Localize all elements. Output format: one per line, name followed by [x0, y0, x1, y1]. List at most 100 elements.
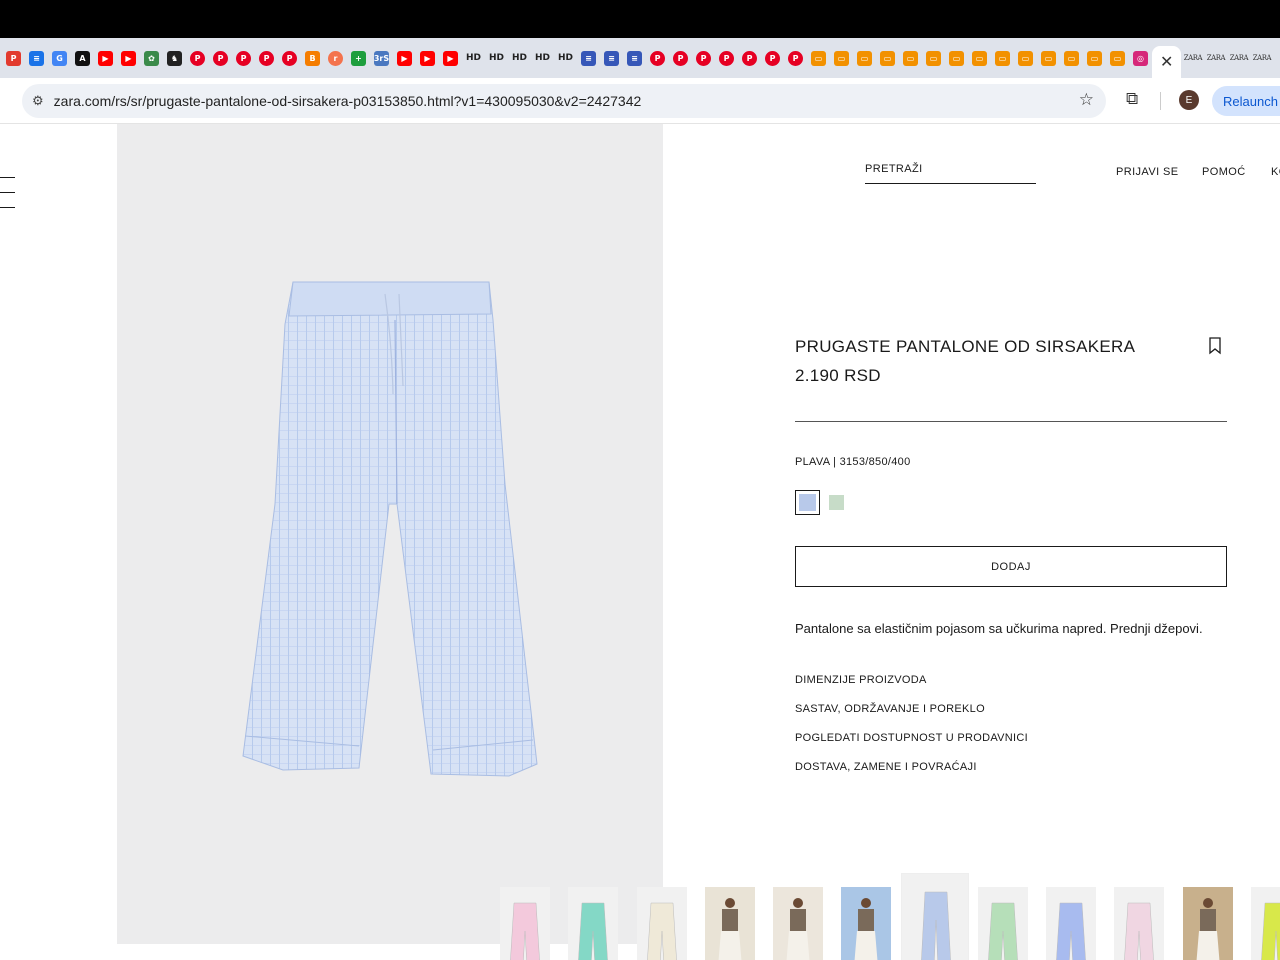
bookmark-icon[interactable] [1208, 337, 1222, 355]
title-divider [795, 421, 1227, 422]
browser-tab[interactable]: P [232, 48, 255, 68]
shipping-returns-link[interactable]: DOSTAVA, ZAMENE I POVRAĆAJI [795, 761, 977, 773]
thumbnail-item[interactable] [773, 887, 823, 960]
zara-tab[interactable]: ZARA [1181, 54, 1204, 62]
nav-login[interactable]: PRIJAVI SE [1116, 166, 1178, 178]
browser-tab[interactable]: ≡ [623, 48, 646, 68]
close-tab-icon[interactable]: ✕ [1160, 52, 1173, 72]
browser-tab[interactable]: ▭ [945, 48, 968, 68]
browser-tab[interactable]: ▭ [807, 48, 830, 68]
browser-tab[interactable]: P [761, 48, 784, 68]
browser-tab[interactable]: r [324, 48, 347, 68]
thumbnail-item[interactable] [1046, 887, 1096, 960]
browser-tab[interactable]: HD [485, 48, 508, 68]
browser-tab[interactable]: P [255, 48, 278, 68]
browser-tab[interactable]: HD [462, 48, 485, 68]
browser-tab[interactable]: ▭ [991, 48, 1014, 68]
thumbnail-image [705, 887, 755, 960]
browser-tab[interactable]: P [186, 48, 209, 68]
browser-tab[interactable]: B [301, 48, 324, 68]
browser-tab[interactable]: ▶ [393, 48, 416, 68]
browser-tab[interactable]: ◎ [1129, 48, 1152, 68]
browser-tab[interactable]: ▭ [1060, 48, 1083, 68]
browser-tab[interactable]: ▭ [876, 48, 899, 68]
thumbnail-item[interactable] [500, 887, 550, 960]
browser-tab[interactable]: P [715, 48, 738, 68]
browser-tab[interactable]: ≡ [577, 48, 600, 68]
color-swatch-green[interactable] [829, 495, 844, 510]
thumbnail-item[interactable] [901, 873, 969, 960]
extensions-icon[interactable]: ⧉ [1126, 89, 1138, 109]
browser-tab[interactable]: ✿ [140, 48, 163, 68]
thumbnail-item[interactable] [1251, 887, 1280, 960]
thumbnail-item[interactable] [1114, 887, 1164, 960]
thumbnail-item[interactable] [637, 887, 687, 960]
browser-tab[interactable]: HD [554, 48, 577, 68]
orange-app-icon: ▭ [1087, 50, 1102, 66]
orange-app-icon: ▭ [903, 50, 918, 66]
browser-tab[interactable]: P [278, 48, 301, 68]
zara-tab[interactable]: ZARA [1250, 54, 1273, 62]
zara-tab[interactable]: ZARA [1204, 54, 1227, 62]
browser-tab[interactable]: ▭ [922, 48, 945, 68]
zara-tab[interactable]: ZARA [1227, 54, 1250, 62]
browser-tab[interactable]: P [669, 48, 692, 68]
browser-tab[interactable]: P [209, 48, 232, 68]
thumbnail-item[interactable] [1183, 887, 1233, 960]
url-text[interactable]: zara.com/rs/sr/prugaste-pantalone-od-sir… [54, 93, 642, 109]
browser-tab[interactable]: ▭ [899, 48, 922, 68]
browser-tab[interactable]: ▭ [1083, 48, 1106, 68]
browser-tab[interactable]: ▭ [1106, 48, 1129, 68]
dimensions-link[interactable]: DIMENZIJE PROIZVODA [795, 674, 927, 686]
browser-tab[interactable]: + [347, 48, 370, 68]
thumbnail-item[interactable] [568, 887, 618, 960]
toolbar-separator [1160, 92, 1161, 110]
relaunch-button[interactable]: Relaunch [1212, 86, 1280, 116]
search-link[interactable]: PRETRAŽI [865, 163, 1036, 184]
thumbnail-item[interactable] [978, 887, 1028, 960]
browser-tab[interactable]: ≡ [25, 48, 48, 68]
nav-cart[interactable]: KORPA [1271, 166, 1280, 178]
store-availability-link[interactable]: POGLEDATI DOSTUPNOST U PRODAVNICI [795, 732, 1028, 744]
browser-tab[interactable]: ▭ [853, 48, 876, 68]
browser-tab[interactable]: P [738, 48, 761, 68]
window-top-bar [0, 0, 1280, 38]
thumbnail-item[interactable] [705, 887, 755, 960]
active-tab[interactable]: ✕ [1152, 46, 1182, 78]
color-swatch-blue[interactable] [795, 490, 820, 515]
youtube-icon: ▶ [420, 50, 435, 66]
bookmark-star-icon[interactable]: ☆ [1079, 90, 1094, 110]
browser-tab[interactable]: P [784, 48, 807, 68]
blogger-icon: B [305, 50, 320, 66]
browser-tab[interactable]: HD [531, 48, 554, 68]
hd-icon: HD [557, 53, 573, 63]
browser-tab[interactable]: ▭ [1037, 48, 1060, 68]
thumbnail-item[interactable] [841, 887, 891, 960]
browser-tab[interactable]: HD [508, 48, 531, 68]
browser-tab[interactable]: ▭ [1014, 48, 1037, 68]
browser-tab[interactable]: ▭ [830, 48, 853, 68]
browser-tab[interactable]: ▶ [94, 48, 117, 68]
profile-avatar[interactable]: E [1179, 90, 1199, 110]
orange-app-icon: ▭ [1064, 50, 1079, 66]
browser-tab[interactable]: ♞ [163, 48, 186, 68]
browser-tab[interactable]: ▶ [117, 48, 140, 68]
browser-tab[interactable]: ▶ [439, 48, 462, 68]
browser-tab[interactable]: P [692, 48, 715, 68]
browser-tab[interactable]: P [2, 48, 25, 68]
add-to-cart-button[interactable]: DODAJ [795, 546, 1227, 587]
site-settings-icon[interactable]: ⚙ [32, 93, 44, 109]
browser-tab[interactable]: 3rS [370, 48, 393, 68]
address-bar[interactable]: ⚙ zara.com/rs/sr/prugaste-pantalone-od-s… [22, 84, 1106, 118]
composition-care-link[interactable]: SASTAV, ODRŽAVANJE I POREKLO [795, 703, 985, 715]
browser-tab[interactable]: ▭ [968, 48, 991, 68]
browser-tab[interactable]: G [48, 48, 71, 68]
product-main-image[interactable] [117, 124, 663, 944]
browser-tab[interactable]: ≡ [600, 48, 623, 68]
nav-help[interactable]: POMOĆ [1202, 166, 1246, 178]
browser-tab[interactable]: ▶ [416, 48, 439, 68]
browser-tab[interactable]: A [71, 48, 94, 68]
menu-icon[interactable] [0, 177, 15, 222]
pinterest-icon: P [190, 50, 205, 66]
browser-tab[interactable]: P [646, 48, 669, 68]
